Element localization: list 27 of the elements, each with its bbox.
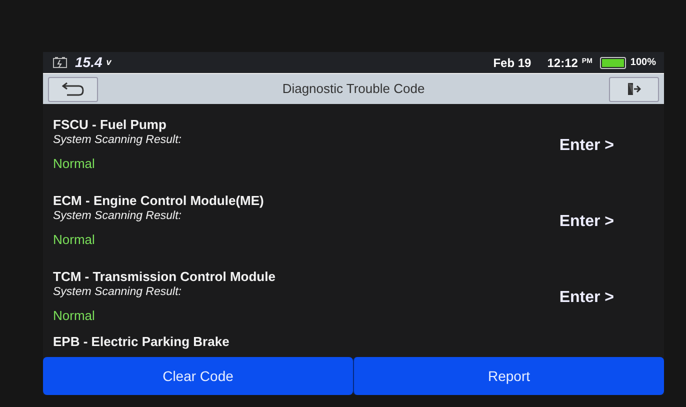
scan-result-status: Normal — [53, 306, 95, 324]
voltage-unit: v — [106, 56, 112, 69]
back-arrow-icon — [62, 82, 84, 96]
scan-result-label: System Scanning Result: — [53, 132, 182, 148]
screen-title: Diagnostic Trouble Code — [281, 80, 426, 98]
time-text: 12:12 — [547, 54, 578, 72]
back-button[interactable] — [48, 76, 98, 102]
scan-result-label: System Scanning Result: — [53, 284, 182, 300]
exit-door-icon — [627, 82, 641, 96]
date-text: Feb 19 — [493, 54, 532, 72]
system-name: TCM - Transmission Control Module — [53, 268, 276, 284]
system-name: FSCU - Fuel Pump — [53, 116, 168, 132]
scan-result-status: Normal — [53, 230, 95, 248]
action-button[interactable]: Report — [353, 357, 664, 395]
enter-link[interactable]: Enter > — [559, 286, 614, 310]
exit-button[interactable] — [609, 76, 659, 102]
scan-result-label: System Scanning Result: — [53, 208, 182, 224]
enter-link[interactable]: Enter > — [559, 134, 614, 158]
system-name: ECM - Engine Control Module(ME) — [53, 192, 265, 208]
action-button[interactable]: Clear Code — [43, 357, 353, 395]
battery-icon — [600, 56, 626, 68]
scan-result-status: Normal — [53, 154, 95, 172]
system-name: EPB - Electric Parking Brake — [53, 334, 230, 350]
battery-car-icon — [53, 57, 67, 68]
battery-percentage: 100% — [630, 56, 656, 70]
enter-link[interactable]: Enter > — [559, 210, 614, 234]
voltage-reading: 15.4 — [75, 53, 102, 72]
